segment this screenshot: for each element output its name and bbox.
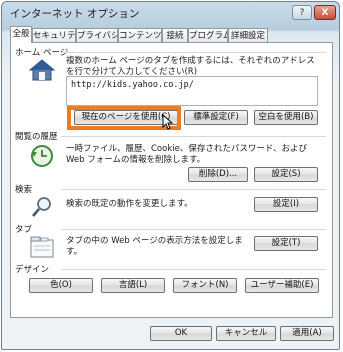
use-blank-button[interactable]: 空白を使用(B) (254, 110, 318, 125)
design-separator (61, 269, 326, 270)
tab-privacy[interactable]: プライバシー (76, 28, 118, 42)
fonts-button[interactable]: フォント(N) (173, 278, 237, 293)
history-section-title: 閲覧の履歴 (15, 130, 61, 142)
tab-security[interactable]: セキュリティ (32, 28, 76, 42)
tab-content[interactable]: コンテンツ (118, 28, 162, 42)
house-icon (28, 58, 56, 85)
internet-options-window: インターネット オプション ? X 全般 セキュリティ プライバシー コンテンツ… (1, 1, 340, 350)
tabs-window-icon (30, 236, 54, 261)
window-title: インターネット オプション (10, 8, 140, 20)
mouse-cursor-icon (162, 113, 174, 133)
search-separator (61, 189, 326, 190)
tab-general[interactable]: 全般 (10, 26, 32, 43)
cancel-button[interactable]: キャンセル (216, 326, 276, 341)
history-description: 一時ファイル、履歴、Cookie、保存されたパスワード、および Web フォーム… (66, 144, 308, 165)
history-clock-icon (30, 144, 54, 171)
tab-programs[interactable]: プログラム (188, 28, 228, 42)
home-page-url-field[interactable]: http://kids.yahoo.co.jp/ (66, 76, 318, 106)
help-button[interactable]: ? (292, 5, 312, 20)
magnifier-icon (31, 196, 53, 221)
home-description: 複数のホーム ページのタブを作成するには、それぞれのアドレスを行で分けて入力して… (66, 56, 315, 77)
history-settings-button[interactable]: 設定(S) (254, 167, 318, 182)
close-button[interactable]: X (314, 5, 336, 20)
ok-button[interactable]: OK (150, 326, 212, 341)
search-section-title: 検索 (15, 183, 36, 195)
general-tab-panel: ホーム ページ 複数のホーム ページのタブを作成するには、それぞれのアドレスを行… (10, 42, 333, 318)
languages-button[interactable]: 言語(L) (101, 278, 165, 293)
tabs-description: タブの中の Web ページの表示方法を設定します。 (66, 236, 243, 257)
tab-connections[interactable]: 接続 (162, 28, 188, 42)
apply-button[interactable]: 適用(A) (280, 326, 334, 341)
tabs-settings-button[interactable]: 設定(T) (254, 236, 318, 251)
tabs-section-title: タブ (15, 223, 36, 235)
accessibility-button[interactable]: ユーザー補助(E) (245, 278, 319, 293)
tab-advanced[interactable]: 詳細設定 (228, 28, 268, 42)
search-settings-button[interactable]: 設定(I) (254, 197, 318, 212)
search-description: 検索の既定の動作を変更します。 (66, 199, 193, 209)
history-separator (61, 136, 326, 137)
title-bar[interactable]: インターネット オプション ? X (2, 2, 339, 24)
home-separator (61, 52, 326, 53)
tabs-separator (61, 229, 326, 230)
use-default-button[interactable]: 標準設定(F) (184, 110, 248, 125)
design-section-title: デザイン (15, 263, 53, 275)
delete-history-button[interactable]: 削除(D)... (188, 167, 248, 182)
colors-button[interactable]: 色(O) (29, 278, 93, 293)
